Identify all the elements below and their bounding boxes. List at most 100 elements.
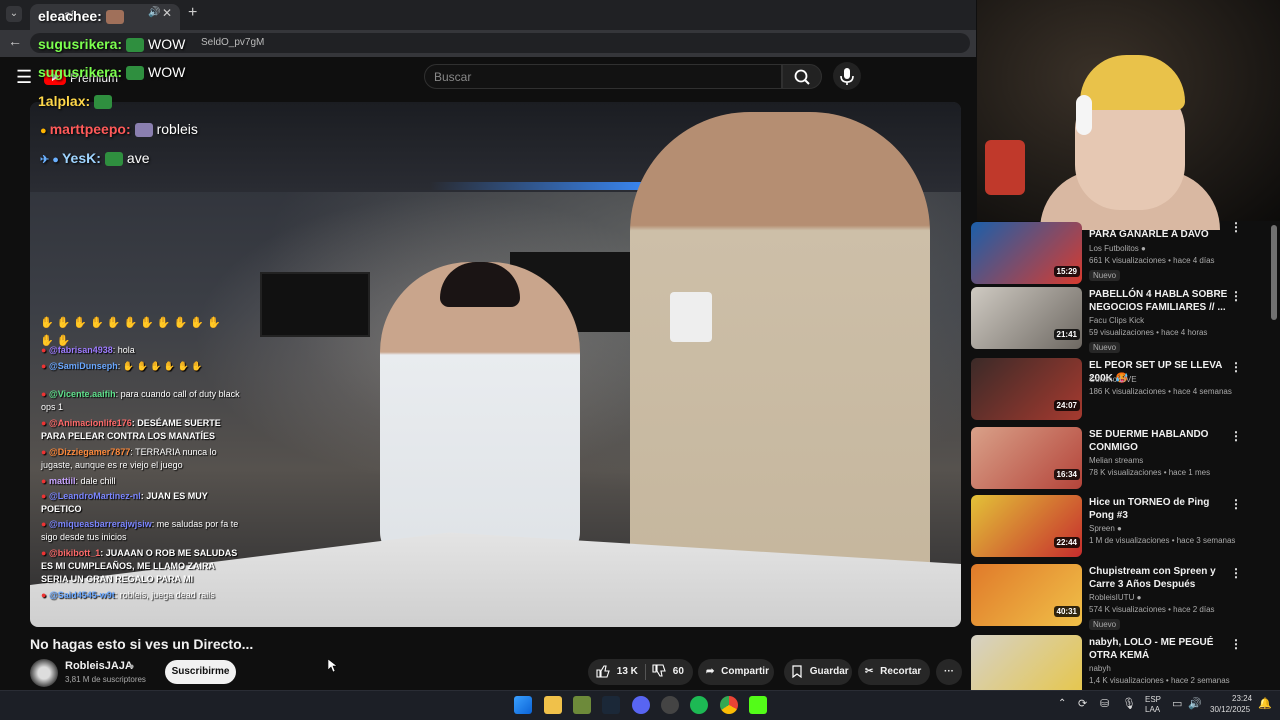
- chat-username: 1alplax:: [38, 93, 91, 109]
- tab-search-button[interactable]: ⌄: [6, 6, 22, 22]
- file-explorer-icon[interactable]: [544, 696, 562, 714]
- overlay-chat-message: 1alplax:: [38, 93, 116, 110]
- recommendation-channel[interactable]: Goncho LIVE: [1089, 375, 1137, 384]
- network-tray-icon[interactable]: ⛁: [1100, 697, 1109, 710]
- channel-name[interactable]: RobleisJAJA: [65, 660, 133, 672]
- more-options-icon[interactable]: ⋮: [1230, 429, 1242, 443]
- minecraft-icon[interactable]: [573, 696, 591, 714]
- search-button[interactable]: [782, 64, 822, 89]
- channel-name: Los Futbolitos: [1089, 244, 1139, 253]
- video-thumbnail[interactable]: [971, 635, 1082, 697]
- recommendation-item[interactable]: 24:07 EL PEOR SET UP SE LLEVA 200K 🥵 Gonch…: [970, 358, 1270, 422]
- mouse-cursor-icon: [328, 659, 338, 673]
- recommendation-item[interactable]: 22:44 Hice un TORNEO de Ping Pong #3 Spree…: [970, 495, 1270, 559]
- recommendation-item[interactable]: 15:29 PARA GANARLE A DAVO Los Futbolitos ●…: [970, 220, 1270, 288]
- chat-message: ● @SamiDunseph: ✋ ✋ ✋ ✋ ✋ ✋: [41, 360, 241, 373]
- new-badge: Nuevo: [1089, 619, 1121, 630]
- more-options-icon[interactable]: ⋮: [1230, 497, 1242, 511]
- microphone-tray-icon[interactable]: 🎙: [1122, 697, 1136, 710]
- close-tab-icon[interactable]: ✕: [162, 6, 172, 20]
- clock-time[interactable]: 23:24: [1232, 694, 1252, 703]
- chat-badge-icon: ●: [40, 125, 50, 137]
- share-label: Compartir: [721, 666, 769, 677]
- menu-icon[interactable]: ☰: [16, 67, 32, 88]
- video-duration: 22:44: [1053, 537, 1080, 548]
- webcam-scene-cup: [985, 140, 1025, 195]
- audio-playing-icon[interactable]: 🔊: [148, 7, 160, 18]
- more-options-icon[interactable]: ⋮: [1230, 289, 1242, 303]
- like-count: 13 K: [616, 666, 638, 677]
- recommendation-item[interactable]: 16:34 SE DUERME HABLANDO CONMIGO Melian st…: [970, 427, 1270, 491]
- more-options-icon[interactable]: ⋮: [1230, 566, 1242, 580]
- wave-emote-icon: ✋: [90, 317, 104, 329]
- channel-avatar[interactable]: [30, 659, 58, 687]
- back-arrow-icon[interactable]: ←: [8, 33, 22, 49]
- chrome-icon[interactable]: [720, 696, 738, 714]
- recommendation-title[interactable]: Chupistream con Spreen y Carre 3 Años De…: [1089, 565, 1229, 591]
- obs-icon[interactable]: [661, 696, 679, 714]
- verified-icon: ●: [1114, 524, 1122, 533]
- verified-icon: ●: [129, 661, 135, 671]
- more-options-icon[interactable]: ⋮: [1230, 637, 1242, 651]
- youtube-badge-icon: ●: [41, 345, 49, 355]
- voice-search-button[interactable]: [833, 62, 861, 90]
- wave-emote-icon: ✋: [173, 317, 188, 329]
- recommendation-channel[interactable]: Melian streams: [1089, 456, 1143, 465]
- recommendation-views-age: 661 K visualizaciones • hace 4 días: [1089, 256, 1215, 265]
- chat-text: robleis: [156, 121, 198, 137]
- recommendation-title[interactable]: PARA GANARLE A DAVO: [1089, 228, 1229, 241]
- recommendation-title[interactable]: SE DUERME HABLANDO CONMIGO: [1089, 428, 1229, 454]
- discord-icon[interactable]: [632, 696, 650, 714]
- recommendation-channel[interactable]: Los Futbolitos ●: [1089, 244, 1146, 253]
- recommendation-channel[interactable]: Spreen ●: [1089, 524, 1122, 533]
- save-label: Guardar: [809, 666, 849, 677]
- more-options-icon[interactable]: ⋮: [1230, 220, 1242, 234]
- chat-message: ● @bikibott_1: JUAAAN O ROB ME SALUDAS E…: [41, 547, 241, 586]
- dislike-button[interactable]: 60: [652, 659, 684, 685]
- recommendation-item[interactable]: 21:41 PABELLÓN 4 HABLA SOBRE NEGOCIOS FAM…: [970, 287, 1270, 353]
- recommendation-item[interactable]: 40:31 Chupistream con Spreen y Carre 3 Añ…: [970, 564, 1270, 630]
- channel-name: RobleisIUTU: [1089, 593, 1135, 602]
- wave-emote-icon: ✋: [73, 317, 88, 329]
- language-code[interactable]: ESP: [1145, 695, 1161, 704]
- new-tab-button[interactable]: +: [188, 4, 197, 22]
- chat-username: sugusrikera:: [38, 36, 123, 52]
- more-options-icon[interactable]: ⋮: [1230, 360, 1242, 374]
- monitor-tray-icon[interactable]: ▭: [1172, 697, 1182, 710]
- kick-icon[interactable]: [749, 696, 767, 714]
- notification-icon[interactable]: 🔔: [1258, 697, 1272, 710]
- recommendation-channel[interactable]: nabyh: [1089, 664, 1111, 673]
- more-actions-button[interactable]: ···: [936, 659, 962, 685]
- like-button[interactable]: 13 K: [596, 659, 638, 685]
- share-button[interactable]: ➦ Compartir: [698, 659, 774, 685]
- subscribe-button[interactable]: Suscribirme: [165, 660, 236, 684]
- chat-text: : robleis, juega dead rails: [114, 590, 215, 600]
- search-input[interactable]: [424, 64, 782, 89]
- wave-emote-icon: ✋: [188, 361, 203, 371]
- tray-chevron-icon[interactable]: ⌃: [1058, 698, 1066, 709]
- recommendation-title[interactable]: PABELLÓN 4 HABLA SOBRE NEGOCIOS FAMILIAR…: [1089, 288, 1229, 314]
- youtube-badge-icon: ●: [41, 519, 49, 529]
- sync-icon[interactable]: ⟳: [1078, 697, 1087, 710]
- steam-icon[interactable]: [602, 696, 620, 714]
- recommendation-title[interactable]: nabyh, LOLO - ME PEGUÉ OTRA KEMÁ: [1089, 636, 1229, 662]
- chat-username: YesK:: [61, 150, 101, 166]
- chat-message: ● @LeandroMartinez-nl: JUAN ES MUY POETI…: [41, 490, 241, 516]
- recommendation-title[interactable]: Hice un TORNEO de Ping Pong #3: [1089, 496, 1229, 522]
- chat-username: @miqueasbarrerajwjsiw: [48, 519, 152, 529]
- channel-name: nabyh: [1089, 664, 1111, 673]
- windows-start-icon[interactable]: [514, 696, 532, 714]
- new-badge: Nuevo: [1089, 342, 1121, 353]
- clock-date[interactable]: 30/12/2025: [1210, 705, 1250, 714]
- volume-icon[interactable]: 🔊: [1188, 697, 1202, 710]
- clip-button[interactable]: ✂ Recortar: [858, 659, 930, 685]
- recommendation-channel[interactable]: RobleisIUTU ●: [1089, 593, 1141, 602]
- sidebar-scrollbar[interactable]: [1271, 225, 1277, 320]
- spotify-icon[interactable]: [690, 696, 708, 714]
- subscriber-count: 3,81 M de suscriptores: [65, 675, 146, 684]
- microphone-icon: [840, 68, 854, 85]
- save-button[interactable]: Guardar: [784, 659, 852, 685]
- wave-emote-icon: ✋: [207, 317, 221, 329]
- video-scene-tv: [260, 272, 370, 337]
- recommendation-channel[interactable]: Facu Clips Kick: [1089, 316, 1144, 325]
